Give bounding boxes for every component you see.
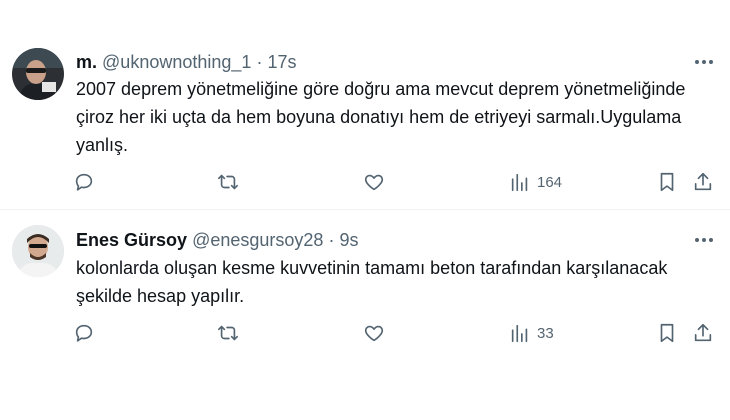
tweet[interactable]: Enes Gürsoy @enesgursoy28 · 9s kolonlard… <box>0 0 730 420</box>
more-dots-icon[interactable] <box>692 228 716 252</box>
reply-icon <box>75 324 93 342</box>
views-count: 33 <box>537 324 554 342</box>
tweet-header: Enes Gürsoy @enesgursoy28 · 9s <box>76 229 358 251</box>
bookmark-button[interactable] <box>656 320 678 346</box>
timestamp[interactable]: 9s <box>339 230 358 250</box>
user-photo-icon <box>12 225 64 277</box>
retweet-button[interactable] <box>217 320 239 346</box>
like-button[interactable] <box>363 320 385 346</box>
tweet-actions: 33 <box>0 320 730 346</box>
bookmark-icon <box>660 323 674 343</box>
avatar[interactable] <box>12 225 64 277</box>
share-icon <box>694 323 712 342</box>
tweet-text: kolonlarda oluşan kesme kuvvetinin tamam… <box>76 258 668 306</box>
views-button[interactable]: 33 <box>509 320 554 346</box>
share-button[interactable] <box>692 320 714 346</box>
user-handle[interactable]: @enesgursoy28 <box>192 230 323 250</box>
display-name[interactable]: Enes Gürsoy <box>76 230 187 250</box>
separator-dot: · <box>328 230 335 250</box>
retweet-icon <box>218 325 238 341</box>
reply-button[interactable] <box>73 320 95 346</box>
views-bar-chart-icon <box>511 324 528 343</box>
heart-icon <box>364 325 384 342</box>
